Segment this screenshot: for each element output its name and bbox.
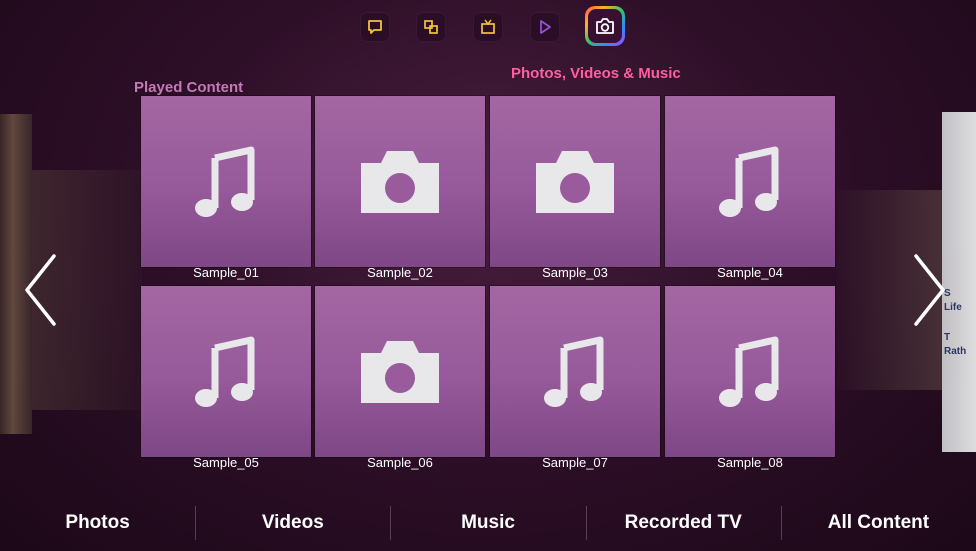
- tile-label: Sample_05: [141, 453, 311, 472]
- music-note-icon: [719, 146, 779, 217]
- tile-label: Sample_08: [665, 453, 835, 472]
- tile-label: Sample_06: [315, 453, 485, 472]
- tile-label: Sample_02: [315, 263, 485, 282]
- multiscreen-icon: [424, 20, 438, 34]
- played-content-label: Played Content: [134, 79, 244, 96]
- menu-videos[interactable]: Videos: [195, 494, 390, 551]
- tile-thumbnail: [665, 286, 835, 458]
- bottom-menu: Photos Videos Music Recorded TV All Cont…: [0, 494, 976, 551]
- tile-thumbnail: [141, 96, 311, 268]
- next-panel-text-1: S: [944, 288, 951, 299]
- tile-thumbnail: [315, 286, 485, 458]
- music-note-icon: [195, 336, 255, 407]
- content-tile[interactable]: Sample_04: [665, 96, 835, 282]
- photos-videos-music-app-button[interactable]: [585, 6, 625, 46]
- camera-icon: [536, 151, 614, 213]
- tile-thumbnail: [315, 96, 485, 268]
- content-tile[interactable]: Sample_07: [490, 286, 660, 472]
- content-tile[interactable]: Sample_08: [665, 286, 835, 472]
- speech-bubble-icon: [368, 20, 382, 34]
- content-tile[interactable]: Sample_01: [141, 96, 311, 282]
- tile-label: Sample_07: [490, 453, 660, 472]
- tile-label: Sample_03: [490, 263, 660, 282]
- tile-thumbnail: [665, 96, 835, 268]
- tile-thumbnail: [141, 286, 311, 458]
- next-panel-text-4: Rath: [944, 346, 967, 357]
- previous-arrow-icon[interactable]: [22, 252, 58, 328]
- tv-app-button[interactable]: [473, 12, 503, 42]
- play-app-button[interactable]: [530, 12, 560, 42]
- content-tile[interactable]: Sample_06: [315, 286, 485, 472]
- menu-music[interactable]: Music: [390, 494, 585, 551]
- menu-photos[interactable]: Photos: [0, 494, 195, 551]
- chat-app-button[interactable]: [360, 12, 390, 42]
- music-note-icon: [719, 336, 779, 407]
- tile-label: Sample_01: [141, 263, 311, 282]
- multiscreen-app-button[interactable]: [416, 12, 446, 42]
- current-panel-title: Photos, Videos & Music: [511, 65, 681, 82]
- camera-icon: [361, 341, 439, 403]
- tile-thumbnail: [490, 96, 660, 268]
- music-note-icon: [195, 146, 255, 217]
- tile-label: Sample_04: [665, 263, 835, 282]
- next-panel-text-3: T: [944, 332, 951, 343]
- content-tile[interactable]: Sample_03: [490, 96, 660, 282]
- tile-thumbnail: [490, 286, 660, 458]
- play-icon: [540, 20, 551, 34]
- music-note-icon: [544, 336, 604, 407]
- tv-icon: [481, 19, 495, 34]
- next-panel-text-2: Life: [944, 302, 962, 313]
- content-tile[interactable]: Sample_02: [315, 96, 485, 282]
- app-bar: [355, 6, 635, 46]
- camera-icon: [596, 18, 614, 34]
- menu-recorded-tv[interactable]: Recorded TV: [585, 494, 781, 551]
- next-arrow-icon[interactable]: [912, 252, 948, 328]
- menu-all-content[interactable]: All Content: [780, 494, 976, 551]
- camera-icon: [361, 151, 439, 213]
- content-tile[interactable]: Sample_05: [141, 286, 311, 472]
